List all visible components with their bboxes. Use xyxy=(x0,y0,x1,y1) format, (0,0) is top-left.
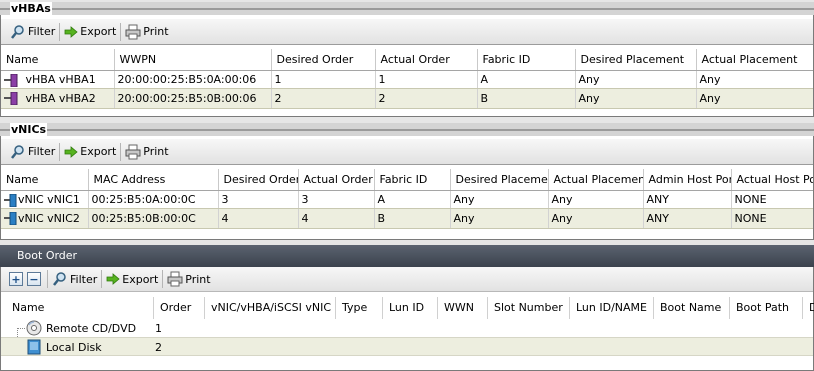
vnics-section-title-bar: vNICs xyxy=(0,123,814,136)
column-header-name[interactable]: Name xyxy=(6,297,154,319)
local-disk-icon xyxy=(27,339,41,361)
vnics-table: Name MAC Address Desired Order Actual Or… xyxy=(1,169,813,229)
vhbas-print-button[interactable]: Print xyxy=(124,22,172,42)
vnic-icon xyxy=(4,193,17,207)
column-header-lun-id[interactable]: Lun ID xyxy=(383,297,438,319)
filter-icon xyxy=(11,144,24,159)
vnics-filter-button[interactable]: Filter xyxy=(9,142,59,162)
filter-icon xyxy=(11,24,24,39)
column-header-desired-placement[interactable]: Desired Placement xyxy=(450,169,549,191)
vnics-toolbar: Filter Export Print xyxy=(1,139,813,165)
filter-icon xyxy=(53,272,66,286)
column-header-wwn[interactable]: WWN xyxy=(438,297,488,319)
vhbas-section-title-bar: vHBAs xyxy=(0,2,814,15)
remove-button[interactable]: − xyxy=(27,272,41,286)
boot-order-print-button[interactable]: Print xyxy=(166,269,214,289)
column-header-fabric-id[interactable]: Fabric ID xyxy=(477,49,576,71)
vhbas-toolbar: Filter Export Print xyxy=(1,19,813,45)
vhbas-section-title: vHBAs xyxy=(10,2,52,15)
table-row[interactable]: vHBA vHBA2 20:00:00:25:B5:0B:00:06 2 2 B… xyxy=(1,88,813,109)
list-item[interactable]: Local Disk 2 xyxy=(1,337,813,356)
column-header-d[interactable]: D xyxy=(803,297,814,319)
column-header-lun-id-name[interactable]: Lun ID/NAME xyxy=(570,297,654,319)
column-header-type[interactable]: Type xyxy=(336,297,383,319)
vnics-print-button[interactable]: Print xyxy=(124,142,172,162)
column-header-actual-placement[interactable]: Actual Placement xyxy=(548,169,644,191)
column-header-fabric-id[interactable]: Fabric ID xyxy=(374,169,451,191)
vhbas-panel: Filter Export Print Name WWPN Desired Or… xyxy=(0,15,814,117)
boot-order-filter-button[interactable]: Filter xyxy=(51,269,101,289)
vnics-panel: Filter Export Print Name MAC Address Des… xyxy=(0,136,814,240)
vhba-icon xyxy=(4,91,18,106)
export-arrow-icon xyxy=(64,145,78,158)
boot-order-panel: + − Filter Export Print Name Order vNIC/… xyxy=(0,267,814,371)
column-header-boot-name[interactable]: Boot Name xyxy=(654,297,730,319)
vhbas-filter-button[interactable]: Filter xyxy=(9,22,59,42)
vhbas-export-button[interactable]: Export xyxy=(63,22,120,42)
boot-order-toolbar: + − Filter Export Print xyxy=(1,267,813,292)
add-button[interactable]: + xyxy=(9,272,23,286)
table-row[interactable]: vNIC vNIC2 00:25:B5:0B:00:0C 4 4 B Any A… xyxy=(1,208,813,229)
column-header-actual-order[interactable]: Actual Order xyxy=(298,169,375,191)
column-header-mac-address[interactable]: MAC Address xyxy=(88,169,219,191)
printer-icon xyxy=(125,144,141,159)
vnics-section-title: vNICs xyxy=(10,123,48,136)
column-header-desired-placement[interactable]: Desired Placement xyxy=(575,49,697,71)
export-arrow-icon xyxy=(106,273,120,285)
vhba-icon xyxy=(4,73,18,87)
vhbas-table: Name WWPN Desired Order Actual Order Fab… xyxy=(1,49,813,109)
table-row[interactable]: vNIC vNIC1 00:25:B5:0A:00:0C 3 3 A Any A… xyxy=(1,190,813,209)
column-header-name[interactable]: Name xyxy=(1,169,89,191)
printer-icon xyxy=(167,271,183,287)
column-header-order[interactable]: Order xyxy=(154,297,205,319)
boot-order-export-button[interactable]: Export xyxy=(105,269,162,289)
export-arrow-icon xyxy=(64,25,78,38)
printer-icon xyxy=(125,24,141,39)
column-header-actual-placement[interactable]: Actual Placement xyxy=(696,49,813,71)
boot-order-title: Boot Order xyxy=(17,249,78,262)
column-header-actual-order[interactable]: Actual Order xyxy=(375,49,478,71)
column-header-name[interactable]: Name xyxy=(1,49,115,71)
column-header-desired-order[interactable]: Desired Order xyxy=(218,169,299,191)
vnic-icon xyxy=(4,211,17,226)
column-header-desired-order[interactable]: Desired Order xyxy=(271,49,376,71)
boot-order-header: Boot Order xyxy=(0,245,814,267)
column-header-vnic-vhba-iscsi[interactable]: vNIC/vHBA/iSCSI vNIC xyxy=(205,297,336,319)
list-item[interactable]: Remote CD/DVD 1 xyxy=(1,319,813,338)
vnics-export-button[interactable]: Export xyxy=(63,142,120,162)
table-row[interactable]: vHBA vHBA1 20:00:00:25:B5:0A:00:06 1 1 A… xyxy=(1,70,813,89)
column-header-wwpn[interactable]: WWPN xyxy=(114,49,272,71)
column-header-boot-path[interactable]: Boot Path xyxy=(730,297,803,319)
column-header-slot-number[interactable]: Slot Number xyxy=(488,297,570,319)
column-header-admin-host-port[interactable]: Admin Host Port xyxy=(643,169,732,191)
column-header-actual-host-port[interactable]: Actual Host Por xyxy=(731,169,813,191)
